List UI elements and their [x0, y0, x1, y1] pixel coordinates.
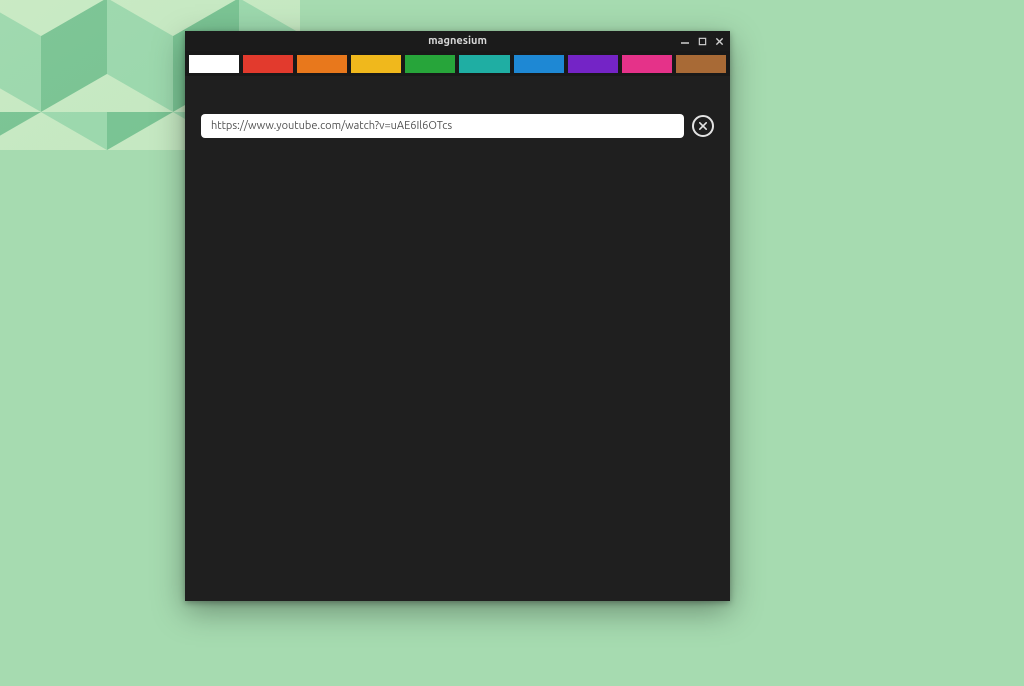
tab-9[interactable] — [676, 55, 726, 73]
tab-1[interactable] — [243, 55, 293, 73]
maximize-button[interactable] — [695, 34, 709, 48]
tab-7[interactable] — [568, 55, 618, 73]
x-icon — [699, 122, 707, 130]
content-area — [185, 146, 730, 601]
close-icon — [715, 37, 724, 46]
application-window: magnesium — [185, 31, 730, 601]
titlebar-controls — [678, 31, 726, 51]
tab-8[interactable] — [622, 55, 672, 73]
tab-strip — [185, 51, 730, 76]
titlebar[interactable]: magnesium — [185, 31, 730, 51]
tab-2[interactable] — [297, 55, 347, 73]
close-button[interactable] — [712, 34, 726, 48]
url-input[interactable] — [201, 114, 684, 138]
tab-5[interactable] — [459, 55, 509, 73]
minimize-icon — [680, 36, 690, 46]
tab-3[interactable] — [351, 55, 401, 73]
tab-0[interactable] — [189, 55, 239, 73]
window-title: magnesium — [185, 35, 730, 47]
tab-4[interactable] — [405, 55, 455, 73]
clear-button[interactable] — [692, 115, 714, 137]
maximize-icon — [698, 37, 707, 46]
minimize-button[interactable] — [678, 34, 692, 48]
address-row — [185, 76, 730, 146]
tab-6[interactable] — [514, 55, 564, 73]
